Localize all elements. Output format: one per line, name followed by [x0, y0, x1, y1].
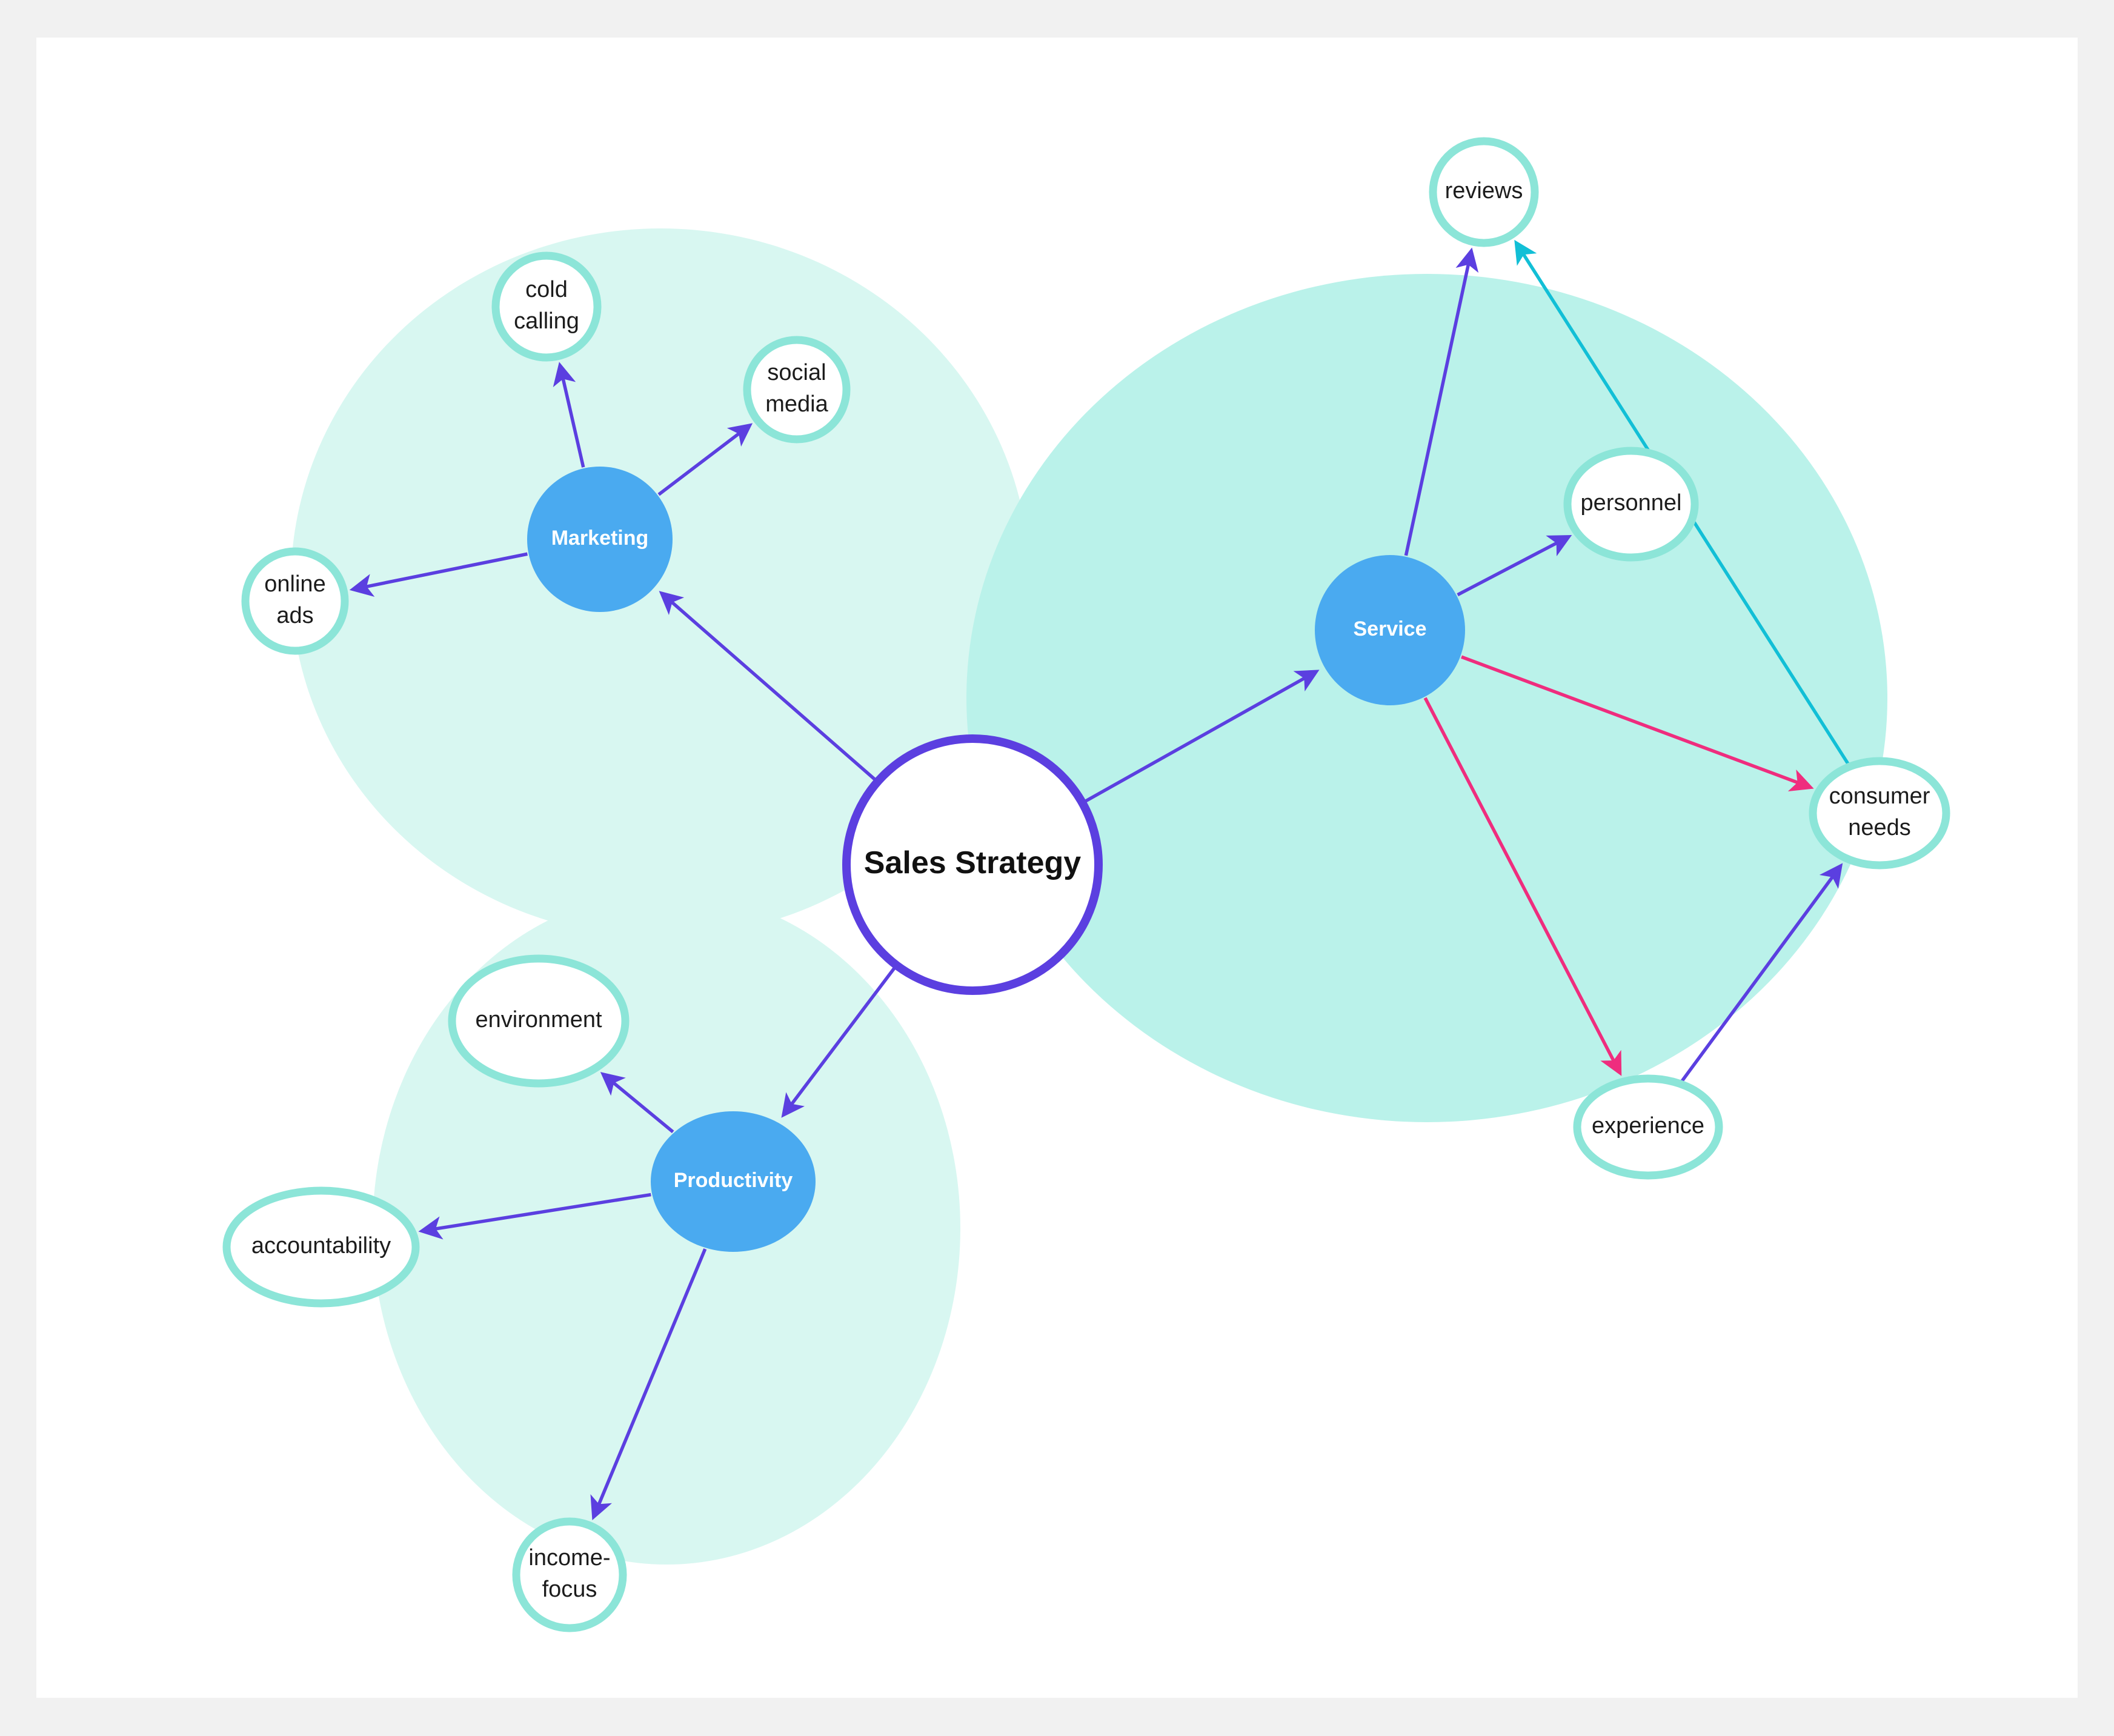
- node-environment[interactable]: environment: [448, 954, 630, 1088]
- node-sales-strategy[interactable]: Sales Strategy: [842, 734, 1103, 995]
- node-label-experience: experience: [1592, 1113, 1704, 1139]
- node-label-environment: environment: [475, 1007, 602, 1033]
- node-experience[interactable]: experience: [1573, 1074, 1723, 1180]
- node-reviews[interactable]: reviews: [1429, 137, 1539, 247]
- node-label-line: calling: [514, 308, 579, 334]
- node-label-accountability: accountability: [251, 1233, 391, 1259]
- node-marketing[interactable]: Marketing: [527, 467, 673, 612]
- node-label-line: Productivity: [674, 1169, 793, 1192]
- node-label-line: needs: [1848, 815, 1911, 840]
- node-cold-calling[interactable]: cold calling: [491, 251, 602, 362]
- node-label-line: ads: [276, 603, 313, 628]
- node-social-media[interactable]: social media: [743, 336, 851, 444]
- node-shape-social-media[interactable]: [743, 336, 851, 444]
- node-shape-cold-calling[interactable]: [491, 251, 602, 362]
- node-label-line: accountability: [251, 1233, 391, 1259]
- mindmap-svg[interactable]: cold calling social media online ads reviews pe…: [36, 38, 2078, 1698]
- node-label-service: Service: [1354, 617, 1427, 640]
- node-consumer-needs[interactable]: consumer needs: [1809, 757, 1950, 870]
- node-label-line: Sales Strategy: [864, 845, 1081, 880]
- node-label-line: experience: [1592, 1113, 1704, 1139]
- node-label-sales-strategy: Sales Strategy: [864, 845, 1081, 880]
- node-shape-online-ads[interactable]: [241, 547, 349, 655]
- node-label-marketing: Marketing: [551, 527, 649, 550]
- mindmap-page: cold calling social media online ads reviews pe…: [0, 0, 2114, 1736]
- node-label-line: media: [765, 391, 828, 417]
- node-productivity[interactable]: Productivity: [651, 1111, 816, 1252]
- node-label-line: Service: [1354, 617, 1427, 640]
- node-label-line: personnel: [1581, 490, 1682, 516]
- node-label-line: reviews: [1445, 178, 1523, 204]
- node-personnel[interactable]: personnel: [1563, 447, 1699, 562]
- node-label-line: focus: [542, 1577, 597, 1602]
- mindmap-canvas[interactable]: cold calling social media online ads reviews pe…: [36, 38, 2078, 1698]
- node-service[interactable]: Service: [1315, 555, 1465, 705]
- node-shape-income-focus[interactable]: [512, 1517, 627, 1632]
- node-shape-consumer-needs[interactable]: [1809, 757, 1950, 870]
- node-label-line: cold: [525, 277, 568, 302]
- node-income-focus[interactable]: income-focus: [512, 1517, 627, 1632]
- node-label-line: online: [264, 571, 325, 597]
- node-online-ads[interactable]: online ads: [241, 547, 349, 655]
- node-accountability[interactable]: accountability: [222, 1186, 420, 1308]
- node-label-reviews: reviews: [1445, 178, 1523, 204]
- node-label-line: Marketing: [551, 527, 649, 550]
- node-label-line: consumer: [1829, 783, 1930, 809]
- node-label-productivity: Productivity: [674, 1169, 793, 1192]
- node-label-line: environment: [475, 1007, 602, 1033]
- node-label-line: income-: [528, 1545, 610, 1571]
- node-label-line: social: [767, 360, 826, 385]
- node-label-personnel: personnel: [1581, 490, 1682, 516]
